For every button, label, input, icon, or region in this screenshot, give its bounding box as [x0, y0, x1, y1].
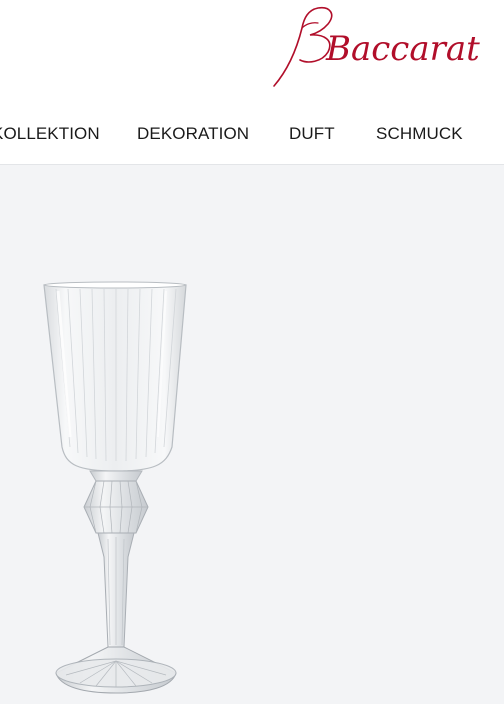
product-image[interactable] — [36, 277, 196, 704]
brand-wordmark: Baccarat — [325, 29, 480, 69]
site-header: Baccarat KOLLEKTION DEKORATION DUFT SCHM… — [0, 0, 504, 165]
nav-item-duft[interactable]: DUFT — [289, 122, 335, 146]
page: Baccarat KOLLEKTION DEKORATION DUFT SCHM… — [0, 0, 504, 704]
product-area — [0, 165, 504, 704]
nav-item-kollektion[interactable]: KOLLEKTION — [0, 122, 100, 146]
crystal-glass-icon — [43, 281, 187, 694]
nav-item-dekoration[interactable]: DEKORATION — [137, 122, 249, 146]
brand-logo[interactable]: Baccarat — [266, 2, 492, 94]
baccarat-logo-icon: Baccarat — [273, 6, 480, 87]
nav-item-schmuck[interactable]: SCHMUCK — [376, 122, 463, 146]
